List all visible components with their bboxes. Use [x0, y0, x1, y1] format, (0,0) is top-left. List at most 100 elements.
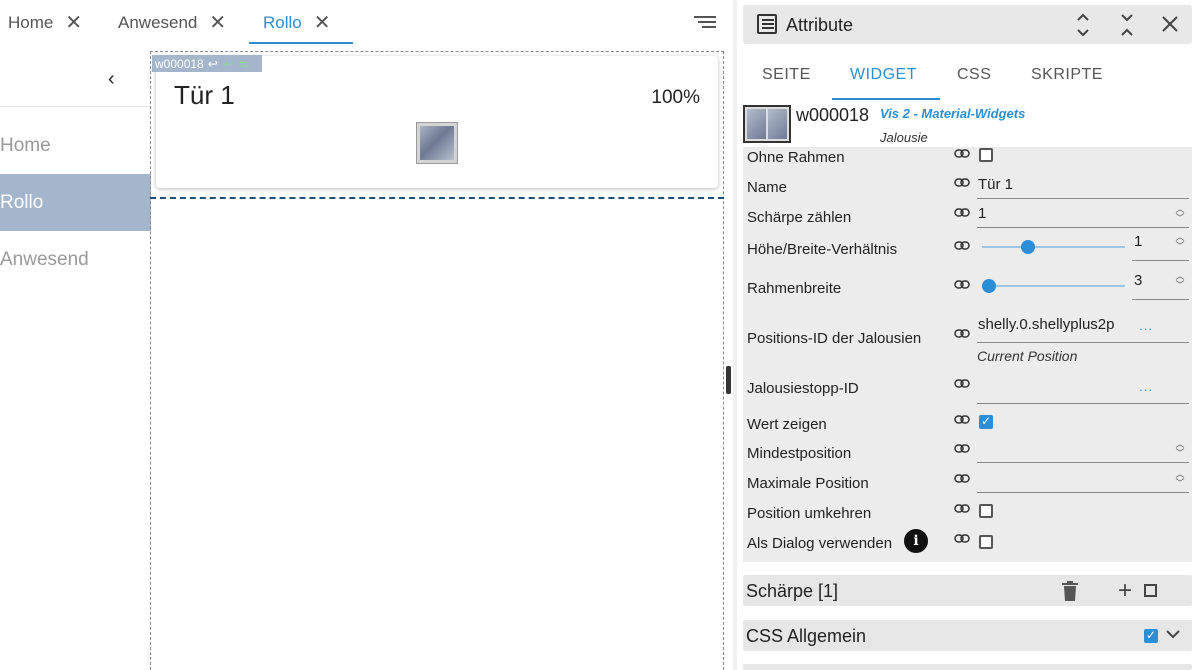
- blind-widget[interactable]: Tür 1 100%: [156, 56, 718, 188]
- section-title: CSS Allgemein: [746, 626, 867, 646]
- panel-tabs: SEITE WIDGET CSS SKRIPTE: [743, 54, 1192, 100]
- attr-label: Positions-ID der Jalousien: [747, 330, 922, 347]
- link-icon[interactable]: [954, 178, 970, 187]
- panel-title: Attribute: [786, 15, 854, 35]
- tab-widget[interactable]: WIDGET: [850, 66, 917, 84]
- stepper-icon[interactable]: ︿ ﹀: [1175, 233, 1185, 251]
- widget-selection-label[interactable]: w000018 ↩ ↩ ⇆: [152, 55, 262, 72]
- position-id-input[interactable]: shelly.0.shellyplus2p ...: [977, 313, 1189, 343]
- ratio-input[interactable]: 1 ︿ ﹀: [1132, 231, 1189, 261]
- list-icon: [757, 14, 777, 34]
- view-tab-bar: Home ✕ Anwesend ✕ Rollo ✕: [0, 0, 724, 46]
- attr-label: Jalousiestopp-ID: [747, 380, 859, 397]
- link-icon[interactable]: [954, 504, 970, 513]
- attr-label: Höhe/Breite-Verhältnis: [747, 241, 898, 258]
- rahmen-input[interactable]: 3 ︿ ﹀: [1132, 270, 1189, 300]
- link-icon[interactable]: [954, 534, 970, 543]
- css-checkbox[interactable]: [1144, 628, 1158, 643]
- slider-thumb[interactable]: [1020, 240, 1035, 254]
- rahmen-slider[interactable]: [982, 279, 1125, 293]
- attr-label: Mindestposition: [747, 445, 852, 462]
- attr-label: Schärpe zählen: [747, 209, 852, 226]
- undo-icon[interactable]: ↩: [208, 57, 218, 71]
- min-position-input[interactable]: ︿ ﹀: [977, 437, 1189, 463]
- link-icon[interactable]: [954, 241, 970, 250]
- active-tab-indicator: [832, 98, 940, 100]
- stepper-icon[interactable]: ︿ ﹀: [1175, 205, 1185, 223]
- section-schaerpe[interactable]: Schärpe [1] +: [743, 575, 1192, 606]
- link-icon[interactable]: [954, 415, 970, 424]
- link-icon[interactable]: [954, 149, 970, 158]
- tab-css[interactable]: CSS: [957, 66, 991, 84]
- close-icon[interactable]: [1161, 15, 1179, 36]
- panel-resize-handle[interactable]: [726, 366, 731, 394]
- trash-icon[interactable]: [1061, 581, 1079, 601]
- widget-id: w000018: [796, 105, 870, 125]
- dialog-checkbox[interactable]: [979, 535, 993, 549]
- stepper-icon[interactable]: ︿ ﹀: [1175, 440, 1185, 458]
- section-css-allgemein[interactable]: CSS Allgemein: [743, 620, 1192, 651]
- schaerpe-value: 1: [978, 205, 987, 222]
- ratio-value: 1: [1134, 233, 1143, 250]
- attr-label: Position umkehren: [747, 505, 872, 522]
- canvas-border: [150, 51, 151, 670]
- collapse-icon[interactable]: [1120, 13, 1134, 40]
- rahmen-value: 3: [1134, 272, 1143, 289]
- panel-header: Attribute: [743, 5, 1192, 44]
- link-icon[interactable]: [954, 379, 970, 388]
- link-icon[interactable]: [954, 444, 970, 453]
- umkehren-checkbox[interactable]: [979, 504, 993, 518]
- move-icon[interactable]: ↩ ⇆: [224, 57, 250, 71]
- wert-zeigen-checkbox[interactable]: [979, 414, 993, 429]
- close-icon[interactable]: ✕: [209, 13, 226, 33]
- tab-anwesend-label: Anwesend: [118, 13, 198, 32]
- max-position-input[interactable]: ︿ ﹀: [977, 467, 1189, 493]
- link-icon[interactable]: [954, 208, 970, 217]
- menu-icon[interactable]: [694, 16, 716, 30]
- canvas-border: [723, 51, 724, 670]
- stepper-icon[interactable]: ︿ ﹀: [1175, 470, 1185, 488]
- sidebar-item-rollo[interactable]: Rollo: [0, 174, 151, 231]
- widget-type: Jalousie: [880, 130, 928, 145]
- sidebar-item-label: Home: [0, 134, 51, 156]
- name-input[interactable]: Tür 1: [977, 173, 1189, 199]
- link-icon[interactable]: [954, 280, 970, 289]
- section-title: Schärpe [1]: [746, 581, 839, 601]
- square-icon[interactable]: [1144, 584, 1157, 597]
- link-icon[interactable]: [954, 474, 970, 483]
- expand-icon[interactable]: [1076, 13, 1090, 40]
- ohne-rahmen-checkbox[interactable]: [979, 148, 993, 162]
- tab-seite[interactable]: SEITE: [762, 66, 811, 84]
- tab-home[interactable]: Home ✕: [8, 0, 82, 46]
- chevron-down-icon[interactable]: [1166, 626, 1180, 644]
- stepper-icon[interactable]: ︿ ﹀: [1175, 272, 1185, 290]
- sidebar-item-home[interactable]: Home: [0, 117, 151, 174]
- attr-label: Maximale Position: [747, 475, 869, 492]
- section-next: [743, 664, 1192, 670]
- tab-rollo[interactable]: Rollo ✕: [249, 0, 352, 46]
- name-value: Tür 1: [978, 176, 1014, 193]
- schaerpe-input[interactable]: 1 ︿ ﹀: [977, 202, 1189, 228]
- sidebar-item-anwesend[interactable]: Anwesend: [0, 231, 151, 288]
- sidebar-item-label: Rollo: [0, 191, 44, 213]
- tab-home-label: Home: [8, 13, 54, 32]
- chevron-left-icon[interactable]: ‹: [108, 68, 115, 91]
- tab-skripte[interactable]: SKRIPTE: [1031, 66, 1103, 84]
- stop-id-input[interactable]: ...: [977, 374, 1189, 404]
- window-icon[interactable]: [416, 122, 458, 164]
- canvas-border: [150, 51, 724, 52]
- position-id-name: Current Position: [977, 348, 1078, 364]
- close-icon[interactable]: ✕: [65, 13, 82, 33]
- browse-button[interactable]: ...: [1139, 318, 1153, 333]
- ratio-slider[interactable]: [982, 240, 1125, 254]
- attr-label: Ohne Rahmen: [747, 149, 845, 166]
- tab-rollo-label: Rollo: [263, 13, 302, 32]
- close-icon[interactable]: ✕: [314, 13, 331, 33]
- link-icon[interactable]: [954, 329, 970, 338]
- slider-thumb[interactable]: [982, 279, 996, 293]
- browse-button[interactable]: ...: [1139, 379, 1153, 394]
- tab-anwesend[interactable]: Anwesend ✕: [118, 0, 226, 46]
- sidebar: ‹ Home Rollo Anwesend: [0, 46, 151, 670]
- info-icon[interactable]: i: [904, 529, 928, 553]
- plus-icon[interactable]: +: [1118, 575, 1132, 606]
